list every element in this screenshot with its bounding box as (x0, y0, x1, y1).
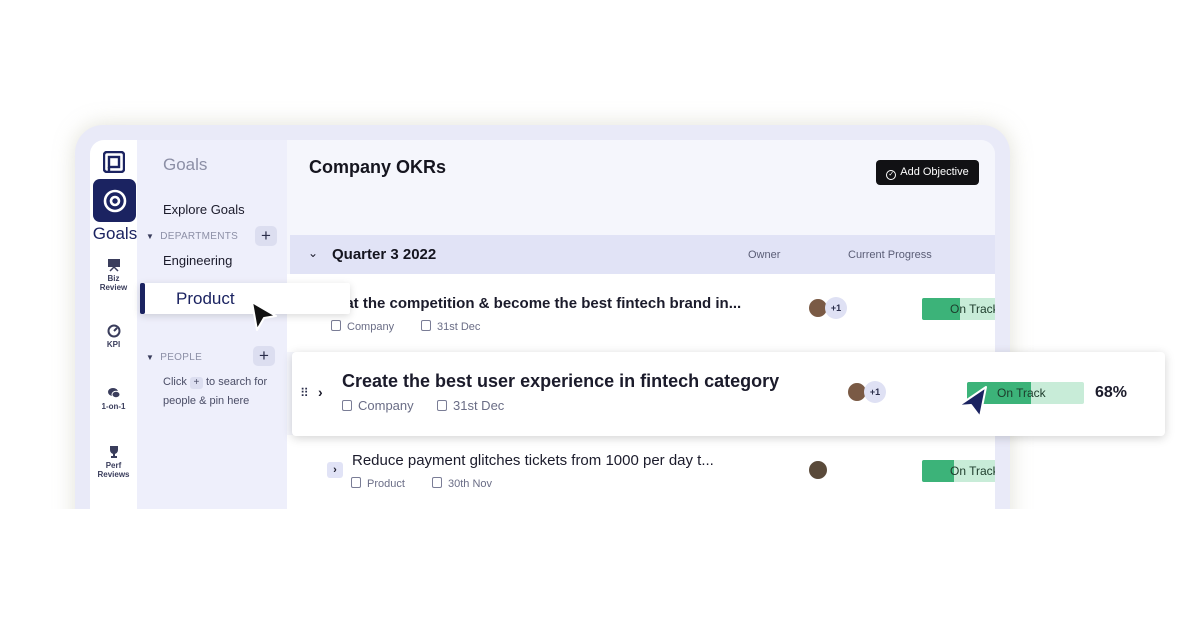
selected-indicator (140, 283, 145, 314)
objective-due: 30th Nov (432, 477, 492, 490)
icon-rail: Goals Biz Review KPI 1-on-1 Perf Reviews (90, 140, 137, 509)
chevron-right-icon[interactable]: › (318, 384, 323, 400)
status-progress-bar: On Track (922, 460, 995, 482)
page-title: Company OKRs (309, 157, 447, 177)
check-circle-icon: ✓ (886, 170, 897, 180)
progress-percent: 68% (1095, 384, 1128, 401)
quarter-title: Quarter 3 2022 (332, 246, 437, 263)
scope-text: Company (347, 321, 395, 333)
add-person-button[interactable]: + (253, 346, 275, 366)
status-progress-bar: On Track (922, 298, 995, 320)
due-text: 31st Dec (437, 321, 481, 333)
calendar-icon (432, 477, 442, 488)
add-objective-label: Add Objective (900, 166, 969, 178)
due-text: 30th Nov (448, 478, 493, 490)
chevron-down-icon: ⌄ (308, 246, 319, 260)
rail-item-label: 1-on-1 (101, 402, 126, 411)
department-item-product[interactable]: Product (140, 283, 350, 314)
add-department-button[interactable]: + (255, 226, 277, 246)
drag-handle-icon[interactable]: ⠿ (300, 386, 309, 400)
scope-text: Product (367, 478, 405, 490)
page-footer-area (0, 509, 1200, 627)
building-icon (342, 400, 352, 411)
rail-item-label: Review (99, 283, 128, 292)
department-item-engineering[interactable]: Engineering (163, 253, 232, 268)
status-text: On Track (950, 464, 995, 478)
scope-text: Company (358, 398, 414, 413)
pointer-cursor-icon (957, 386, 987, 418)
collapse-triangle-icon: ▼ (146, 353, 155, 362)
rail-item-one-on-one[interactable]: 1-on-1 (90, 386, 137, 411)
objective-due: 31st Dec (421, 320, 480, 333)
collapse-triangle-icon: ▼ (146, 232, 155, 241)
rail-item-label: Biz (107, 274, 120, 283)
calendar-icon (437, 400, 447, 411)
goals-nav-button[interactable] (93, 179, 136, 222)
objective-title: eat the competition & become the best fi… (337, 295, 742, 312)
rail-item-kpi[interactable]: KPI (90, 324, 137, 349)
objective-scope: Company (331, 320, 394, 333)
objective-due: 31st Dec (437, 398, 504, 413)
plus-hint-icon: + (189, 377, 203, 389)
calendar-icon (421, 320, 431, 331)
objective-row[interactable]: › Reduce payment glitches tickets from 1… (287, 435, 995, 509)
extra-owners-badge[interactable]: +1 (825, 297, 847, 319)
rail-item-label: KPI (106, 340, 121, 349)
building-icon (331, 320, 341, 331)
presentation-icon (107, 259, 120, 272)
app-logo-icon (103, 151, 125, 173)
people-section[interactable]: ▼ PEOPLE (146, 352, 202, 363)
rail-item-perf-reviews[interactable]: Perf Reviews (90, 445, 137, 479)
goals-nav-label: Goals (92, 224, 138, 243)
gauge-icon (107, 324, 120, 338)
objective-title: Reduce payment glitches tickets from 100… (352, 452, 714, 469)
extra-owners-badge[interactable]: +1 (864, 381, 886, 403)
objective-row[interactable]: eat the competition & become the best fi… (287, 274, 995, 352)
objective-title: Create the best user experience in finte… (342, 371, 780, 391)
progress-column-header: Current Progress (848, 249, 932, 261)
department-item-label: Product (176, 289, 235, 308)
objective-scope: Company (342, 398, 414, 413)
people-label: PEOPLE (160, 352, 203, 363)
main-content: Company OKRs ✓ Add Objective ⌄ Quarter 3 … (287, 140, 995, 509)
due-text: 31st Dec (453, 398, 505, 413)
objective-scope: Product (351, 477, 405, 490)
rail-item-label: Perf (105, 461, 122, 470)
rail-item-biz-review[interactable]: Biz Review (90, 258, 137, 292)
explore-goals-link[interactable]: Explore Goals (163, 202, 245, 217)
departments-label: DEPARTMENTS (160, 231, 239, 242)
owner-column-header: Owner (748, 249, 781, 261)
avatar[interactable] (807, 459, 829, 481)
pointer-cursor-icon (251, 301, 277, 331)
quarter-header[interactable]: ⌄ Quarter 3 2022 Owner Current Progress (290, 235, 995, 274)
help-text: Click (163, 376, 187, 388)
rail-item-label: Reviews (97, 470, 130, 479)
panel-title: Goals (163, 155, 208, 174)
people-help-text: Click + to search for people & pin here (163, 373, 283, 411)
add-objective-button[interactable]: ✓ Add Objective (876, 160, 979, 185)
building-icon (351, 477, 361, 488)
objective-card-highlighted[interactable]: ⠿ › Create the best user experience in f… (292, 352, 1165, 436)
target-icon (103, 189, 126, 212)
app-screen: Goals Biz Review KPI 1-on-1 Perf Reviews… (90, 140, 995, 509)
trophy-icon (109, 446, 118, 458)
chat-icon (107, 388, 120, 399)
departments-section[interactable]: ▼ DEPARTMENTS (146, 231, 238, 242)
chevron-right-icon[interactable]: › (327, 462, 343, 478)
status-text: On Track (950, 302, 995, 316)
